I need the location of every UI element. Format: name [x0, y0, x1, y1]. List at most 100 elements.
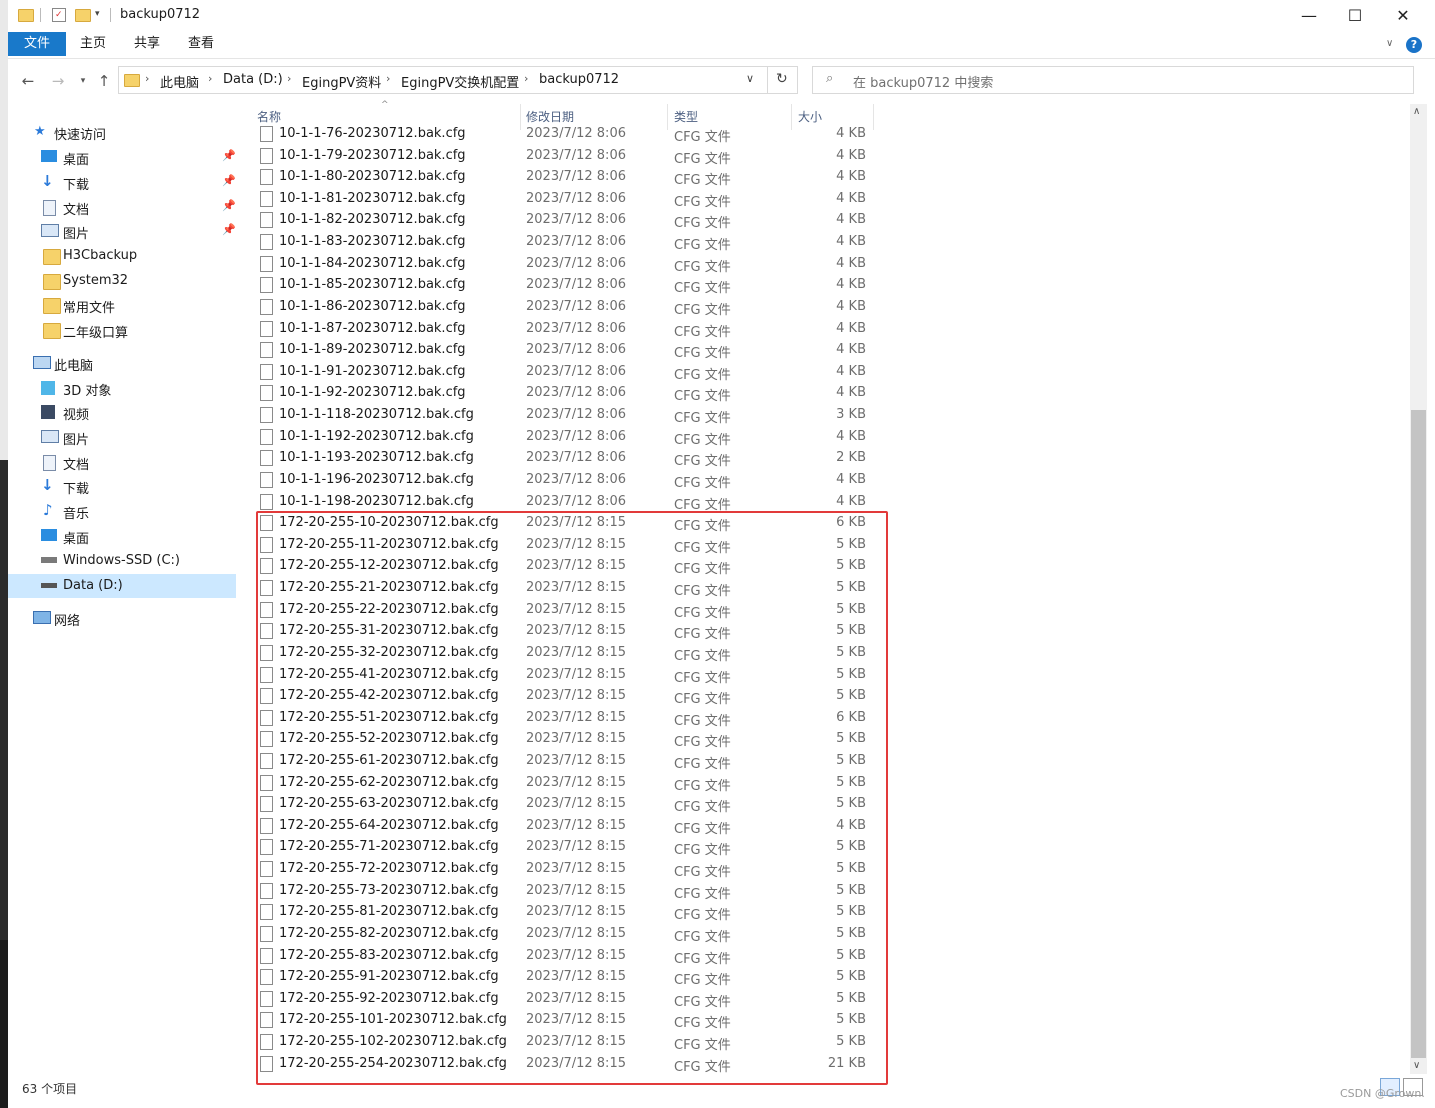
- file-size: 4 KB: [836, 277, 866, 293]
- file-name: 10-1-1-89-20230712.bak.cfg: [279, 342, 466, 358]
- nav-music[interactable]: ♪ 音乐: [8, 499, 236, 523]
- forward-button[interactable]: →: [47, 70, 69, 92]
- document-icon: [43, 455, 56, 471]
- refresh-icon[interactable]: ↻: [776, 71, 788, 87]
- file-type: CFG 文件: [674, 411, 731, 427]
- breadcrumb-egingpv[interactable]: EgingPV资料: [302, 72, 381, 91]
- table-row[interactable]: 10-1-1-76-20230712.bak.cfg 2023/7/12 8:06…: [256, 126, 876, 145]
- file-size: 4 KB: [836, 126, 866, 141]
- table-row[interactable]: 10-1-1-82-20230712.bak.cfg 2023/7/12 8:06…: [256, 210, 876, 231]
- file-type: CFG 文件: [674, 281, 731, 297]
- nav-network[interactable]: 网络: [8, 606, 236, 630]
- scroll-down-icon[interactable]: ∨: [1413, 1060, 1420, 1071]
- file-type: CFG 文件: [674, 151, 731, 167]
- nav-h3cbackup[interactable]: H3Cbackup: [8, 244, 236, 268]
- scrollbar-thumb[interactable]: [1411, 410, 1426, 1058]
- nav-downloads[interactable]: ↓ 下载 📌: [8, 170, 236, 194]
- table-row[interactable]: 10-1-1-79-20230712.bak.cfg 2023/7/12 8:06…: [256, 146, 876, 167]
- nav-pictures[interactable]: 图片 📌: [8, 219, 236, 243]
- nav-common-files[interactable]: 常用文件: [8, 293, 236, 317]
- table-row[interactable]: 10-1-1-80-20230712.bak.cfg 2023/7/12 8:06…: [256, 167, 876, 188]
- breadcrumb-switch-config[interactable]: EgingPV交换机配置: [401, 72, 519, 91]
- table-row[interactable]: 10-1-1-85-20230712.bak.cfg 2023/7/12 8:06…: [256, 275, 876, 296]
- nav-videos[interactable]: 视频: [8, 400, 236, 424]
- table-row[interactable]: 10-1-1-84-20230712.bak.cfg 2023/7/12 8:06…: [256, 254, 876, 275]
- tab-view[interactable]: 查看: [180, 32, 222, 56]
- nav-label: 下载: [63, 482, 90, 497]
- nav-quick-access[interactable]: ★ 快速访问: [8, 120, 236, 144]
- pictures-icon: [41, 224, 59, 237]
- file-size: 4 KB: [836, 190, 866, 206]
- file-date: 2023/7/12 8:06: [526, 255, 626, 271]
- table-row[interactable]: 10-1-1-89-20230712.bak.cfg 2023/7/12 8:06…: [256, 340, 876, 361]
- chevron-right-icon: ›: [386, 72, 391, 85]
- file-size: 4 KB: [836, 169, 866, 185]
- folder-icon: [43, 274, 61, 290]
- file-date: 2023/7/12 8:06: [526, 407, 626, 423]
- breadcrumb-this-pc[interactable]: 此电脑: [160, 72, 199, 91]
- nav-grade2-math[interactable]: 二年级口算: [8, 318, 236, 342]
- recent-locations-icon[interactable]: ▾: [72, 70, 94, 92]
- nav-3d-objects[interactable]: 3D 对象: [8, 376, 236, 400]
- file-name: 10-1-1-91-20230712.bak.cfg: [279, 363, 466, 379]
- table-row[interactable]: 10-1-1-81-20230712.bak.cfg 2023/7/12 8:06…: [256, 189, 876, 210]
- table-row[interactable]: 10-1-1-86-20230712.bak.cfg 2023/7/12 8:06…: [256, 297, 876, 318]
- breadcrumb-backup0712[interactable]: backup0712: [539, 72, 619, 87]
- nav-pc-pictures[interactable]: 图片: [8, 425, 236, 449]
- nav-pc-documents[interactable]: 文档: [8, 450, 236, 474]
- tab-home[interactable]: 主页: [72, 32, 114, 56]
- file-type: CFG 文件: [674, 454, 731, 470]
- computer-icon: [33, 356, 51, 369]
- nav-label: Windows-SSD (C:): [63, 553, 180, 568]
- table-row[interactable]: 10-1-1-198-20230712.bak.cfg 2023/7/12 8:0…: [256, 492, 876, 513]
- pin-icon[interactable]: 📌: [222, 199, 236, 212]
- close-button[interactable]: ✕: [1380, 4, 1426, 28]
- file-icon: [260, 277, 273, 294]
- pin-icon[interactable]: 📌: [222, 223, 236, 236]
- maximize-button[interactable]: ☐: [1332, 4, 1378, 28]
- back-button[interactable]: ←: [17, 70, 39, 92]
- folder-icon: [18, 9, 34, 22]
- nav-label: 快速访问: [54, 128, 107, 143]
- minimize-button[interactable]: —: [1286, 4, 1332, 28]
- nav-drive-c[interactable]: Windows-SSD (C:): [8, 549, 236, 573]
- file-size: 4 KB: [836, 320, 866, 336]
- table-row[interactable]: 10-1-1-118-20230712.bak.cfg 2023/7/12 8:0…: [256, 405, 876, 426]
- pin-icon[interactable]: 📌: [222, 149, 236, 162]
- nav-label: System32: [63, 273, 129, 288]
- chevron-down-icon[interactable]: ∨: [746, 72, 754, 85]
- search-input[interactable]: 在 backup0712 中搜索: [853, 72, 993, 91]
- tab-share[interactable]: 共享: [126, 32, 168, 56]
- file-date: 2023/7/12 8:06: [526, 342, 626, 358]
- nav-pc-desktop[interactable]: 桌面: [8, 524, 236, 548]
- expand-ribbon-icon[interactable]: ∨: [1386, 38, 1393, 49]
- file-date: 2023/7/12 8:06: [526, 212, 626, 228]
- table-row[interactable]: 10-1-1-87-20230712.bak.cfg 2023/7/12 8:06…: [256, 319, 876, 340]
- nav-this-pc[interactable]: 此电脑: [8, 351, 236, 375]
- table-row[interactable]: 10-1-1-83-20230712.bak.cfg 2023/7/12 8:06…: [256, 232, 876, 253]
- table-row[interactable]: 10-1-1-193-20230712.bak.cfg 2023/7/12 8:0…: [256, 448, 876, 469]
- nav-drive-d[interactable]: Data (D:): [8, 574, 236, 598]
- drive-icon: [41, 557, 57, 563]
- table-row[interactable]: 10-1-1-192-20230712.bak.cfg 2023/7/12 8:0…: [256, 427, 876, 448]
- file-date: 2023/7/12 8:06: [526, 126, 626, 141]
- up-button[interactable]: ↑: [93, 70, 115, 92]
- new-folder-icon[interactable]: [75, 9, 91, 22]
- file-icon: [260, 342, 273, 359]
- properties-icon[interactable]: ✓: [52, 8, 66, 22]
- nav-system32[interactable]: System32: [8, 269, 236, 293]
- pin-icon[interactable]: 📌: [222, 174, 236, 187]
- scroll-up-icon[interactable]: ∧: [1413, 106, 1420, 117]
- breadcrumb-data-d[interactable]: Data (D:): [223, 72, 283, 87]
- file-type: CFG 文件: [674, 324, 731, 340]
- help-icon[interactable]: ?: [1406, 37, 1422, 53]
- nav-desktop[interactable]: 桌面 📌: [8, 145, 236, 169]
- table-row[interactable]: 10-1-1-91-20230712.bak.cfg 2023/7/12 8:06…: [256, 362, 876, 383]
- nav-pc-downloads[interactable]: ↓ 下载: [8, 474, 236, 498]
- table-row[interactable]: 10-1-1-196-20230712.bak.cfg 2023/7/12 8:0…: [256, 470, 876, 491]
- nav-documents[interactable]: 文档 📌: [8, 195, 236, 219]
- customize-qat-icon[interactable]: ▾: [95, 9, 100, 19]
- table-row[interactable]: 10-1-1-92-20230712.bak.cfg 2023/7/12 8:06…: [256, 383, 876, 404]
- tab-file[interactable]: 文件: [8, 32, 66, 56]
- nav-label: 3D 对象: [63, 384, 112, 399]
